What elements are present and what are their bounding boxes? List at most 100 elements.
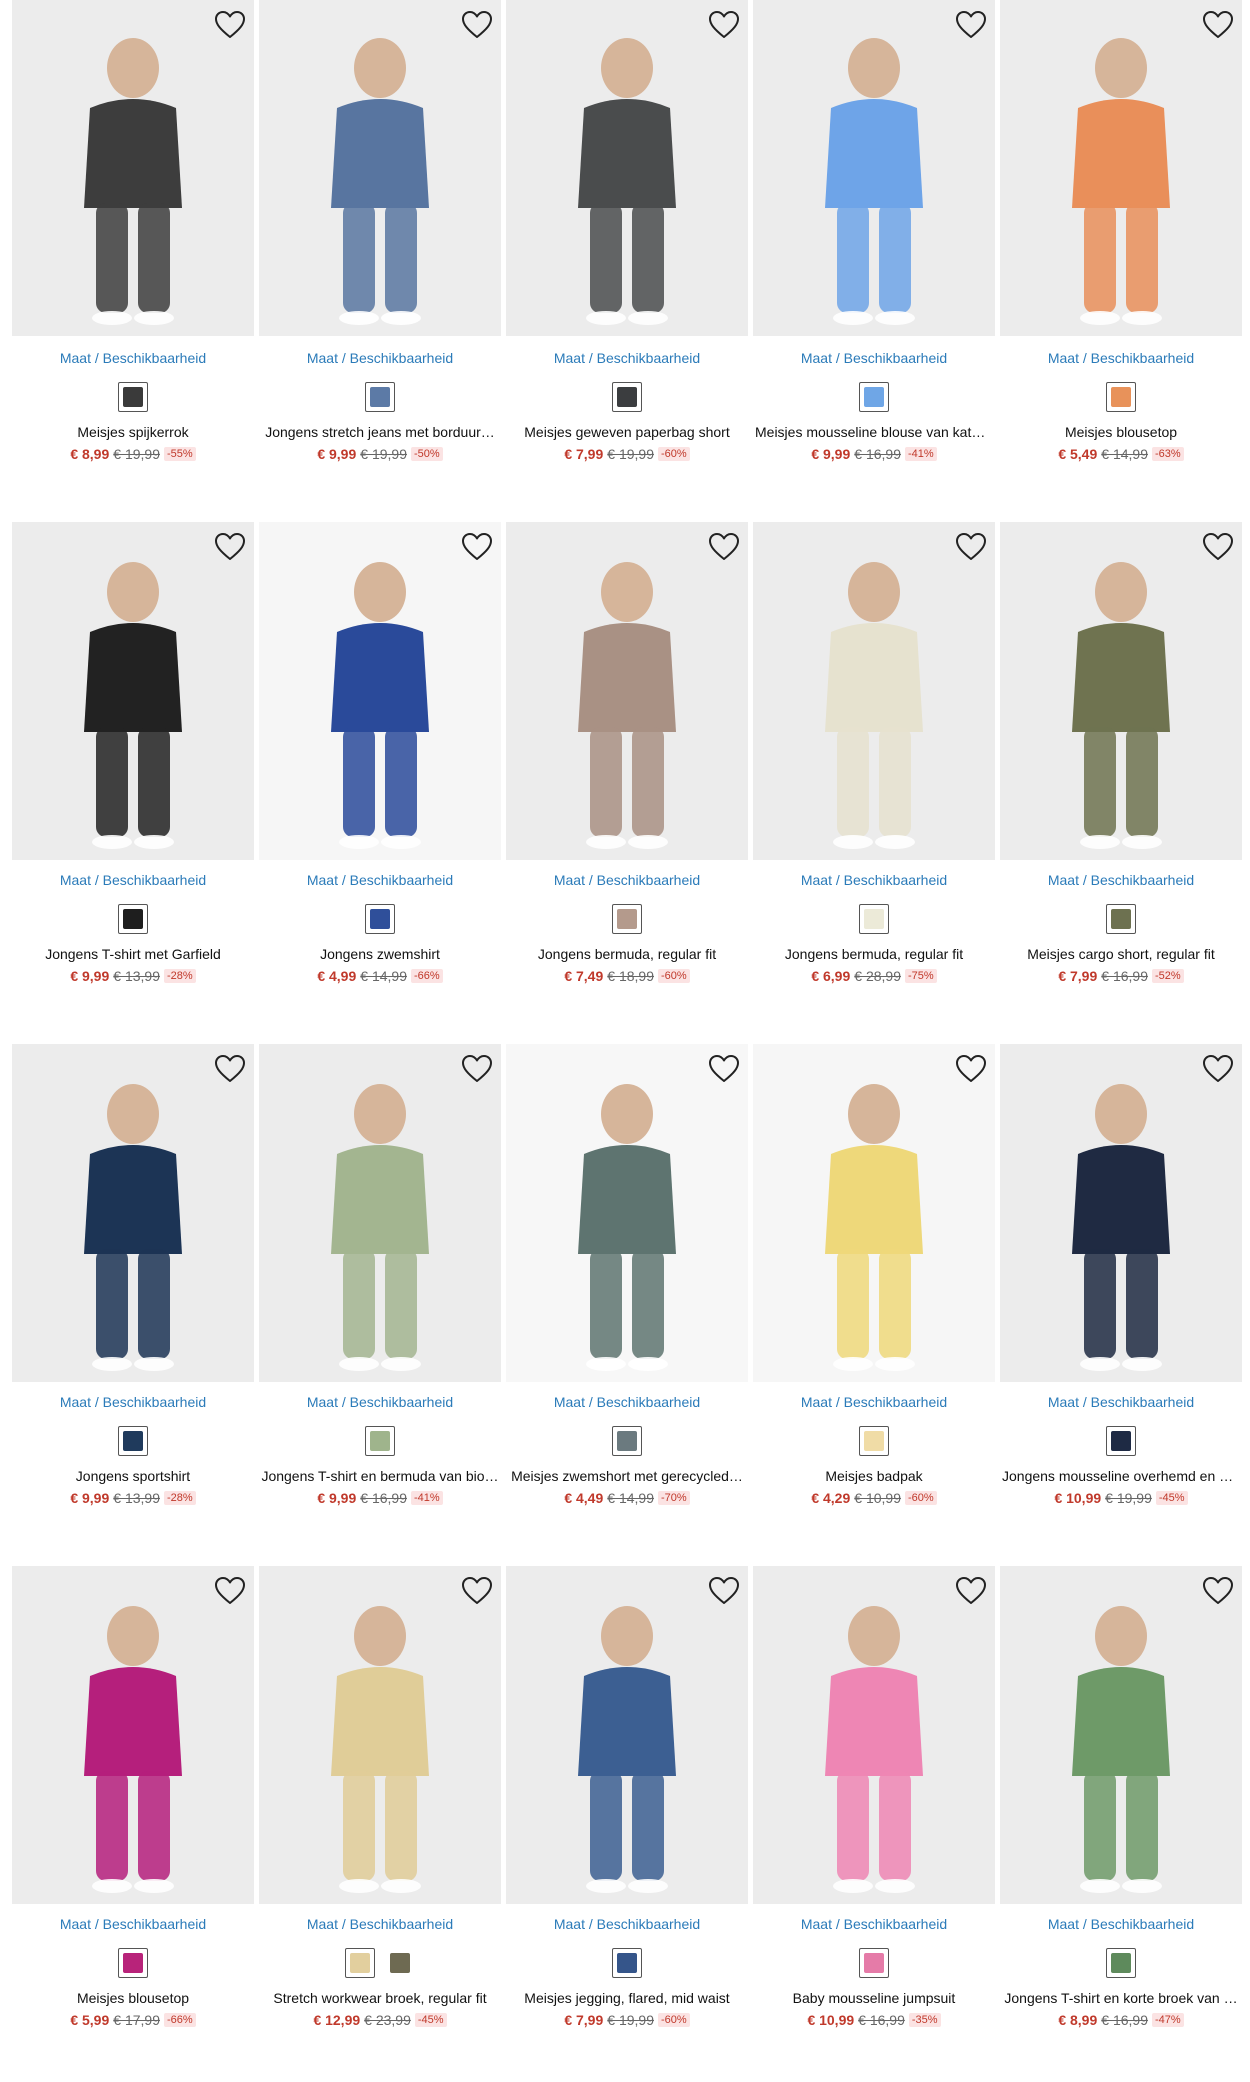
product-card[interactable]: Maat / Beschikbaarheid Meisjes spijkerrok… (12, 0, 254, 522)
product-image[interactable] (259, 0, 501, 336)
color-swatch[interactable] (859, 1948, 889, 1978)
product-image[interactable] (1000, 0, 1242, 336)
product-card[interactable]: Maat / Beschikbaarheid Jongens stretch je… (259, 0, 501, 522)
product-image[interactable] (506, 1044, 748, 1382)
size-availability-link[interactable]: Maat / Beschikbaarheid (259, 1394, 501, 1410)
color-swatch[interactable] (612, 1948, 642, 1978)
favorite-heart-icon[interactable] (214, 532, 246, 562)
product-card[interactable]: Maat / Beschikbaarheid Jongens T-shirt me… (12, 522, 254, 1044)
color-swatch[interactable] (1106, 1948, 1136, 1978)
favorite-heart-icon[interactable] (1202, 1576, 1234, 1606)
color-swatch[interactable] (1106, 382, 1136, 412)
size-availability-link[interactable]: Maat / Beschikbaarheid (12, 350, 254, 366)
product-card[interactable]: Maat / Beschikbaarheid Jongens bermuda, r… (506, 522, 748, 1044)
product-card[interactable]: Maat / Beschikbaarheid Stretch workwear b… (259, 1566, 501, 2082)
favorite-heart-icon[interactable] (955, 1576, 987, 1606)
size-availability-link[interactable]: Maat / Beschikbaarheid (12, 1394, 254, 1410)
color-swatch[interactable] (365, 1426, 395, 1456)
product-image[interactable] (753, 1044, 995, 1382)
color-swatch[interactable] (612, 1426, 642, 1456)
favorite-heart-icon[interactable] (955, 532, 987, 562)
product-card[interactable]: Maat / Beschikbaarheid Jongens T-shirt en… (1000, 1566, 1242, 2082)
product-title[interactable]: Stretch workwear broek, regular fit (259, 1990, 501, 2006)
product-image[interactable] (1000, 1044, 1242, 1382)
product-title[interactable]: Meisjes badpak (753, 1468, 995, 1484)
color-swatch[interactable] (385, 1948, 415, 1978)
size-availability-link[interactable]: Maat / Beschikbaarheid (506, 872, 748, 888)
product-image[interactable] (506, 1566, 748, 1904)
color-swatch[interactable] (1106, 1426, 1136, 1456)
product-title[interactable]: Jongens T-shirt en korte broek van … (1000, 1990, 1242, 2006)
favorite-heart-icon[interactable] (461, 1576, 493, 1606)
product-title[interactable]: Jongens mousseline overhemd en b… (1000, 1468, 1242, 1484)
product-image[interactable] (12, 1566, 254, 1904)
color-swatch[interactable] (118, 382, 148, 412)
size-availability-link[interactable]: Maat / Beschikbaarheid (1000, 350, 1242, 366)
product-title[interactable]: Meisjes jegging, flared, mid waist (506, 1990, 748, 2006)
product-card[interactable]: Maat / Beschikbaarheid Meisjes badpak € 4,… (753, 1044, 995, 1566)
product-title[interactable]: Meisjes cargo short, regular fit (1000, 946, 1242, 962)
color-swatch[interactable] (859, 382, 889, 412)
color-swatch[interactable] (612, 904, 642, 934)
favorite-heart-icon[interactable] (1202, 532, 1234, 562)
product-card[interactable]: Maat / Beschikbaarheid Meisjes zwemshort … (506, 1044, 748, 1566)
favorite-heart-icon[interactable] (955, 1054, 987, 1084)
color-swatch[interactable] (118, 904, 148, 934)
favorite-heart-icon[interactable] (955, 10, 987, 40)
size-availability-link[interactable]: Maat / Beschikbaarheid (259, 1916, 501, 1932)
product-title[interactable]: Jongens T-shirt en bermuda van bio… (259, 1468, 501, 1484)
product-title[interactable]: Meisjes spijkerrok (12, 424, 254, 440)
color-swatch[interactable] (345, 1948, 375, 1978)
product-card[interactable]: Maat / Beschikbaarheid Jongens sportshirt… (12, 1044, 254, 1566)
size-availability-link[interactable]: Maat / Beschikbaarheid (753, 1916, 995, 1932)
color-swatch[interactable] (612, 382, 642, 412)
size-availability-link[interactable]: Maat / Beschikbaarheid (753, 1394, 995, 1410)
product-image[interactable] (259, 1566, 501, 1904)
product-card[interactable]: Maat / Beschikbaarheid Meisjes blousetop €… (12, 1566, 254, 2082)
product-title[interactable]: Meisjes zwemshort met gerecycled… (506, 1468, 748, 1484)
color-swatch[interactable] (859, 1426, 889, 1456)
color-swatch[interactable] (1106, 904, 1136, 934)
size-availability-link[interactable]: Maat / Beschikbaarheid (12, 1916, 254, 1932)
size-availability-link[interactable]: Maat / Beschikbaarheid (1000, 872, 1242, 888)
product-card[interactable]: Maat / Beschikbaarheid Meisjes cargo shor… (1000, 522, 1242, 1044)
color-swatch[interactable] (365, 904, 395, 934)
product-card[interactable]: Maat / Beschikbaarheid Jongens bermuda, r… (753, 522, 995, 1044)
product-title[interactable]: Jongens T-shirt met Garfield (12, 946, 254, 962)
product-title[interactable]: Jongens sportshirt (12, 1468, 254, 1484)
product-card[interactable]: Maat / Beschikbaarheid Jongens mousseline… (1000, 1044, 1242, 1566)
product-title[interactable]: Jongens zwemshirt (259, 946, 501, 962)
product-image[interactable] (12, 1044, 254, 1382)
size-availability-link[interactable]: Maat / Beschikbaarheid (1000, 1394, 1242, 1410)
product-title[interactable]: Meisjes geweven paperbag short (506, 424, 748, 440)
product-image[interactable] (12, 0, 254, 336)
product-title[interactable]: Jongens stretch jeans met borduur… (259, 424, 501, 440)
product-image[interactable] (753, 522, 995, 860)
size-availability-link[interactable]: Maat / Beschikbaarheid (506, 1394, 748, 1410)
product-card[interactable]: Maat / Beschikbaarheid Meisjes blousetop €… (1000, 0, 1242, 522)
size-availability-link[interactable]: Maat / Beschikbaarheid (753, 872, 995, 888)
favorite-heart-icon[interactable] (708, 532, 740, 562)
product-image[interactable] (12, 522, 254, 860)
product-card[interactable]: Maat / Beschikbaarheid Meisjes mousseline… (753, 0, 995, 522)
favorite-heart-icon[interactable] (1202, 1054, 1234, 1084)
product-card[interactable]: Maat / Beschikbaarheid Meisjes jegging, f… (506, 1566, 748, 2082)
product-image[interactable] (1000, 1566, 1242, 1904)
product-image[interactable] (753, 0, 995, 336)
product-title[interactable]: Meisjes blousetop (1000, 424, 1242, 440)
product-image[interactable] (506, 0, 748, 336)
product-image[interactable] (259, 522, 501, 860)
size-availability-link[interactable]: Maat / Beschikbaarheid (259, 350, 501, 366)
product-title[interactable]: Meisjes blousetop (12, 1990, 254, 2006)
favorite-heart-icon[interactable] (708, 1576, 740, 1606)
size-availability-link[interactable]: Maat / Beschikbaarheid (506, 1916, 748, 1932)
favorite-heart-icon[interactable] (461, 10, 493, 40)
favorite-heart-icon[interactable] (461, 532, 493, 562)
size-availability-link[interactable]: Maat / Beschikbaarheid (506, 350, 748, 366)
product-title[interactable]: Meisjes mousseline blouse van katoen (753, 424, 995, 440)
product-image[interactable] (753, 1566, 995, 1904)
color-swatch[interactable] (365, 382, 395, 412)
favorite-heart-icon[interactable] (708, 1054, 740, 1084)
favorite-heart-icon[interactable] (461, 1054, 493, 1084)
size-availability-link[interactable]: Maat / Beschikbaarheid (1000, 1916, 1242, 1932)
